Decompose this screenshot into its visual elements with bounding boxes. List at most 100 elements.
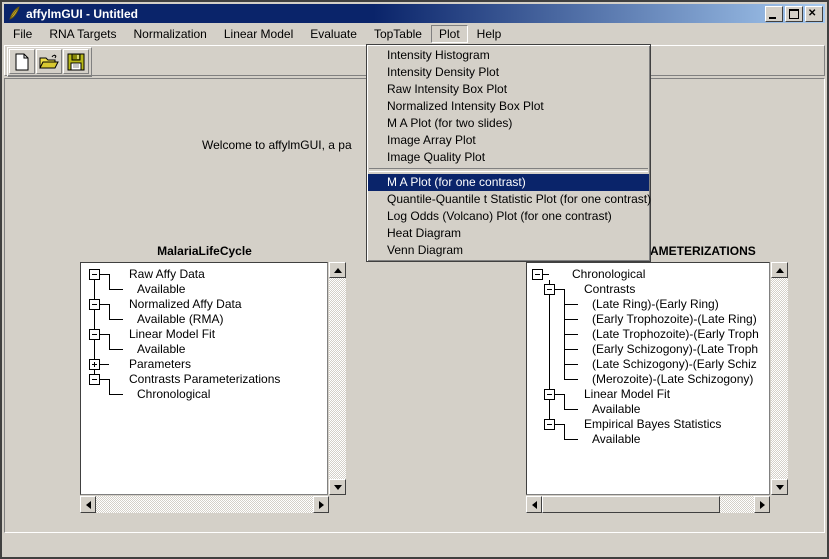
- left-vscroll-track[interactable]: [329, 278, 346, 479]
- left-hscroll-right-button[interactable]: [313, 496, 329, 513]
- right-hscroll-left-button[interactable]: [526, 496, 542, 513]
- menu-item-heat-diagram[interactable]: Heat Diagram: [368, 225, 649, 242]
- tree-leaf-label[interactable]: Available: [137, 282, 185, 297]
- plot-dropdown-menu: Intensity HistogramIntensity Density Plo…: [366, 44, 651, 262]
- window-controls: ✕: [765, 6, 823, 22]
- tree-leaf-label[interactable]: (Early Trophozoite)-(Late Ring): [592, 312, 757, 327]
- welcome-text: Welcome to affylmGUI, a pa: [202, 138, 352, 152]
- tree-collapse-box[interactable]: [89, 329, 100, 340]
- tree-node-label[interactable]: Linear Model Fit: [129, 327, 215, 342]
- left-vscroll-up-button[interactable]: [329, 262, 346, 278]
- open-file-button[interactable]: [36, 49, 62, 74]
- tree-leaf-label[interactable]: Available (RMA): [137, 312, 223, 327]
- up-arrow-icon: [776, 268, 784, 273]
- right-tree: ChronologicalContrasts(Late Ring)-(Early…: [527, 263, 769, 494]
- tree-expand-box[interactable]: [89, 359, 100, 370]
- right-hscroll-right-button[interactable]: [754, 496, 770, 513]
- left-tree-vscrollbar[interactable]: [329, 262, 346, 495]
- menubar-item-rna-targets[interactable]: RNA Targets: [41, 25, 124, 43]
- left-hscroll-left-button[interactable]: [80, 496, 96, 513]
- tree-node-label[interactable]: Contrasts Parameterizations: [129, 372, 280, 387]
- tree-node-label[interactable]: Chronological: [572, 267, 645, 282]
- toolbar-group: [7, 47, 92, 77]
- right-hscroll-thumb[interactable]: [542, 496, 720, 513]
- tree-node-label[interactable]: Normalized Affy Data: [129, 297, 242, 312]
- tree-node-label[interactable]: Empirical Bayes Statistics: [584, 417, 721, 432]
- close-button[interactable]: ✕: [805, 6, 823, 22]
- tree-leaf-label[interactable]: (Early Schizogony)-(Late Troph: [592, 342, 758, 357]
- tree-line: [109, 379, 110, 394]
- left-tree-listbox[interactable]: Raw Affy DataAvailableNormalized Affy Da…: [80, 262, 328, 495]
- tree-leaf-label[interactable]: Available: [592, 402, 640, 417]
- left-tree-title: MalariaLifeCycle: [92, 244, 317, 258]
- menu-item-image-array-plot[interactable]: Image Array Plot: [368, 132, 649, 149]
- menubar-item-help[interactable]: Help: [469, 25, 510, 43]
- tree-collapse-box[interactable]: [544, 389, 555, 400]
- menu-item-venn-diagram[interactable]: Venn Diagram: [368, 242, 649, 259]
- tree-collapse-box[interactable]: [544, 419, 555, 430]
- save-file-button[interactable]: [63, 49, 89, 74]
- tree-leaf-label[interactable]: (Merozoite)-(Late Schizogony): [592, 372, 753, 387]
- tree-collapse-box[interactable]: [532, 269, 543, 280]
- right-arrow-icon: [760, 501, 765, 509]
- tree-collapse-box[interactable]: [89, 299, 100, 310]
- menubar-item-plot[interactable]: Plot: [431, 25, 468, 43]
- tree-line: [109, 334, 110, 349]
- tree-collapse-box[interactable]: [89, 269, 100, 280]
- menu-item-m-a-plot-for-one-contrast-[interactable]: M A Plot (for one contrast): [368, 174, 649, 191]
- tree-collapse-box[interactable]: [89, 374, 100, 385]
- right-tree-hscrollbar[interactable]: [526, 496, 770, 513]
- tree-leaf-label[interactable]: (Late Ring)-(Early Ring): [592, 297, 719, 312]
- new-file-icon: [14, 53, 30, 71]
- tree-line: [564, 379, 578, 380]
- tree-line: [109, 289, 123, 290]
- right-tree-vscrollbar[interactable]: [771, 262, 788, 495]
- app-window: affylmGUI - Untitled ✕ FileRNA TargetsNo…: [0, 0, 829, 559]
- tree-line: [564, 319, 578, 320]
- menu-item-normalized-intensity-box-plot[interactable]: Normalized Intensity Box Plot: [368, 98, 649, 115]
- menubar-item-linear-model[interactable]: Linear Model: [216, 25, 301, 43]
- menubar-item-evaluate[interactable]: Evaluate: [302, 25, 365, 43]
- tree-leaf-label[interactable]: Available: [137, 342, 185, 357]
- menu-item-image-quality-plot[interactable]: Image Quality Plot: [368, 149, 649, 166]
- menubar-item-normalization[interactable]: Normalization: [126, 25, 215, 43]
- tree-node-label[interactable]: Linear Model Fit: [584, 387, 670, 402]
- menu-item-log-odds-volcano-plot-for-one-contrast-[interactable]: Log Odds (Volcano) Plot (for one contras…: [368, 208, 649, 225]
- tree-line: [543, 274, 549, 275]
- menu-item-intensity-histogram[interactable]: Intensity Histogram: [368, 47, 649, 64]
- new-file-button[interactable]: [9, 49, 35, 74]
- tree-leaf-label[interactable]: Chronological: [137, 387, 210, 402]
- left-tree-hscrollbar[interactable]: [80, 496, 329, 513]
- maximize-button[interactable]: [785, 6, 803, 22]
- tree-line: [555, 394, 564, 395]
- left-arrow-icon: [532, 501, 537, 509]
- right-tree-listbox[interactable]: ChronologicalContrasts(Late Ring)-(Early…: [526, 262, 770, 495]
- tree-line: [109, 349, 123, 350]
- tree-node-label[interactable]: Raw Affy Data: [129, 267, 205, 282]
- right-vscroll-up-button[interactable]: [771, 262, 788, 278]
- tree-line: [564, 364, 578, 365]
- close-icon: ✕: [808, 7, 816, 20]
- tree-leaf-label[interactable]: Available: [592, 432, 640, 447]
- left-vscroll-down-button[interactable]: [329, 479, 346, 495]
- left-hscroll-track[interactable]: [96, 496, 313, 513]
- menubar-item-file[interactable]: File: [5, 25, 40, 43]
- menubar-item-toptable[interactable]: TopTable: [366, 25, 430, 43]
- menu-item-raw-intensity-box-plot[interactable]: Raw Intensity Box Plot: [368, 81, 649, 98]
- menu-item-intensity-density-plot[interactable]: Intensity Density Plot: [368, 64, 649, 81]
- tree-node-label[interactable]: Parameters: [129, 357, 191, 372]
- menu-item-m-a-plot-for-two-slides-[interactable]: M A Plot (for two slides): [368, 115, 649, 132]
- right-vscroll-track[interactable]: [771, 278, 788, 479]
- tree-line: [564, 304, 578, 305]
- tree-collapse-box[interactable]: [544, 284, 555, 295]
- menu-item-quantile-quantile-t-statistic-plot-for-one-contrast-[interactable]: Quantile-Quantile t Statistic Plot (for …: [368, 191, 649, 208]
- tree-line: [564, 424, 565, 439]
- down-arrow-icon: [334, 485, 342, 490]
- tree-leaf-label[interactable]: (Late Trophozoite)-(Early Troph: [592, 327, 759, 342]
- tree-leaf-label[interactable]: (Late Schizogony)-(Early Schiz: [592, 357, 757, 372]
- right-vscroll-down-button[interactable]: [771, 479, 788, 495]
- titlebar: affylmGUI - Untitled ✕: [4, 4, 825, 23]
- tree-line: [100, 334, 109, 335]
- tree-node-label[interactable]: Contrasts: [584, 282, 635, 297]
- minimize-button[interactable]: [765, 6, 783, 22]
